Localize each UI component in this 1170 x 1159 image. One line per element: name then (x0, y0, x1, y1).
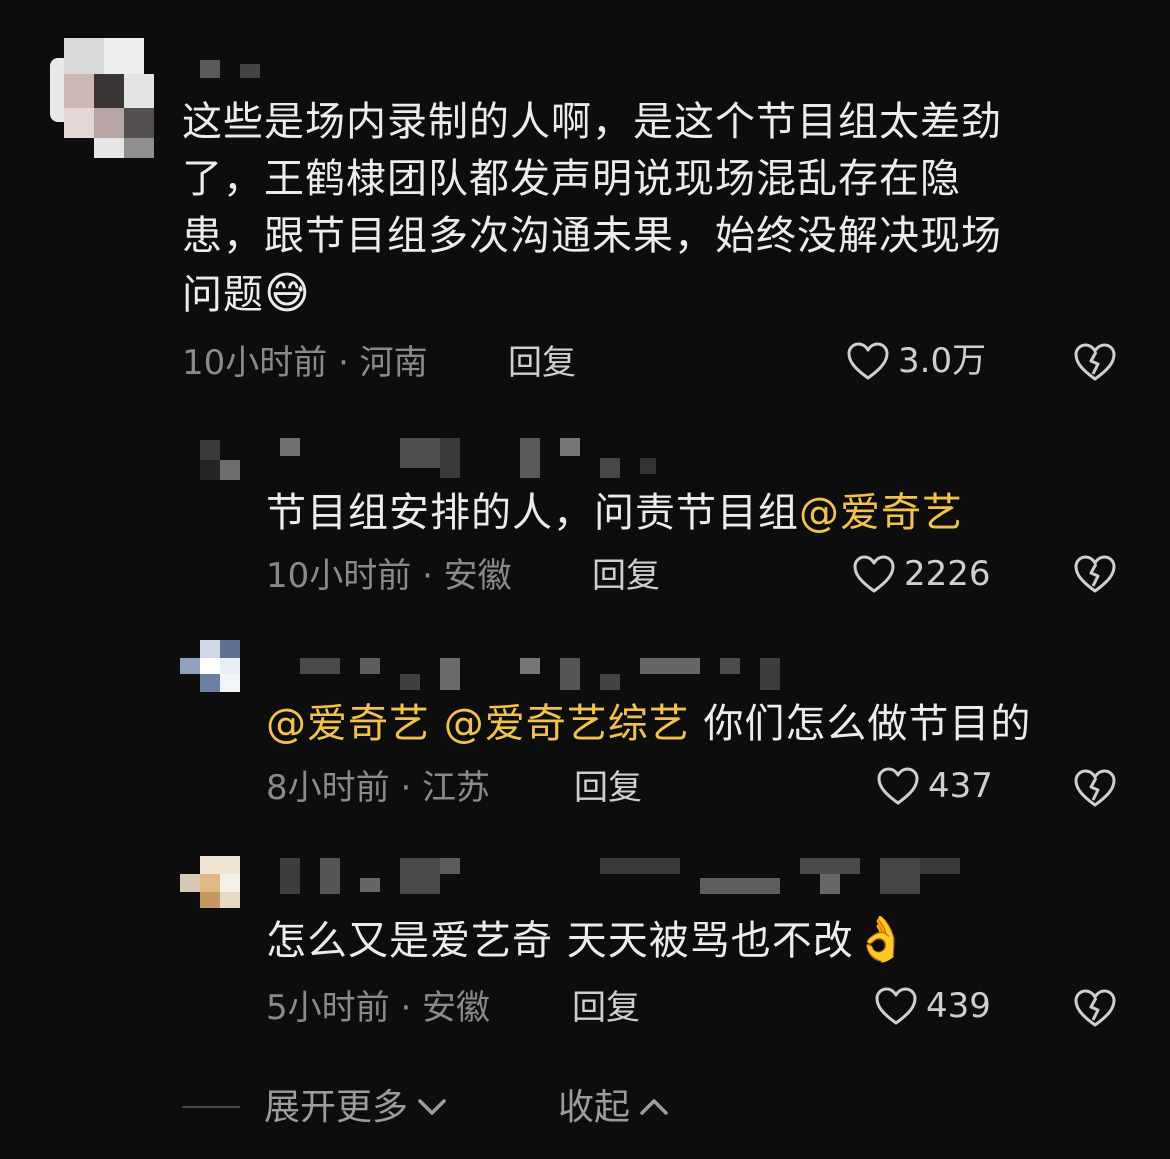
mention-link[interactable]: @爱奇艺 (799, 490, 963, 536)
like-button[interactable]: 2226 (852, 554, 991, 594)
comment-line: 了，王鹤棣团队都发声明说现场混乱存在隐 (182, 156, 961, 202)
expand-label: 展开更多 (264, 1087, 409, 1128)
comment-meta: 10小时前 · 河南 (182, 343, 428, 383)
like-count: 2226 (904, 554, 991, 594)
broken-heart-icon (1072, 341, 1118, 383)
heart-outline-icon (876, 766, 920, 806)
broken-heart-icon (1072, 553, 1118, 595)
ok-hand-emoji: 👌 (853, 914, 910, 965)
comment-text: 这些是场内录制的人啊，是这个节目组太差劲 了，王鹤棣团队都发声明说现场混乱存在隐… (182, 94, 1142, 324)
collapse-label: 收起 (558, 1087, 631, 1128)
reply-text: @爱奇艺 @爱奇艺综艺 你们怎么做节目的 (266, 701, 1032, 747)
username[interactable] (280, 858, 960, 894)
chevron-up-icon (638, 1086, 670, 1130)
heart-outline-icon (852, 554, 896, 594)
avatar[interactable] (180, 640, 240, 692)
comment-line: 这些是场内录制的人啊，是这个节目组太差劲 (182, 99, 1002, 145)
dislike-button[interactable] (1072, 341, 1118, 383)
collapse-button[interactable]: 收起 (558, 1086, 670, 1130)
dislike-button[interactable] (1072, 767, 1118, 809)
reply-meta: 8小时前 · 江苏 (266, 768, 491, 808)
username[interactable] (200, 60, 270, 78)
username[interactable] (300, 658, 780, 692)
reply-button[interactable]: 回复 (574, 768, 642, 808)
comment-line: 患，跟节目组多次沟通未果，始终没解决现场 (182, 213, 1002, 259)
username[interactable] (280, 438, 660, 478)
like-count: 437 (928, 766, 993, 806)
sweat-smile-emoji: 😅 (264, 268, 311, 319)
heart-outline-icon (846, 341, 890, 381)
mention-link[interactable]: @爱奇艺 (266, 701, 430, 747)
reply-button[interactable]: 回复 (592, 556, 660, 596)
avatar[interactable] (200, 440, 242, 480)
reply-meta: 5小时前 · 安徽 (266, 988, 491, 1028)
heart-outline-icon (874, 986, 918, 1026)
reply-text: 节目组安排的人，问责节目组@爱奇艺 (266, 490, 963, 536)
chevron-down-icon (416, 1086, 448, 1130)
reply-button[interactable]: 回复 (508, 343, 576, 383)
avatar[interactable] (180, 856, 240, 908)
reply-button[interactable]: 回复 (572, 988, 640, 1028)
expand-more-button[interactable]: 展开更多 (264, 1086, 448, 1130)
avatar[interactable] (50, 38, 160, 158)
dislike-button[interactable] (1072, 987, 1118, 1029)
like-button[interactable]: 437 (876, 766, 993, 806)
reply-meta: 10小时前 · 安徽 (266, 556, 512, 596)
like-button[interactable]: 439 (874, 986, 991, 1026)
dislike-button[interactable] (1072, 553, 1118, 595)
broken-heart-icon (1072, 767, 1118, 809)
like-count: 3.0万 (898, 341, 987, 381)
comment-line: 问题😅 (182, 268, 311, 319)
mention-link[interactable]: @爱奇艺综艺 (444, 701, 690, 747)
like-button[interactable]: 3.0万 (846, 341, 986, 381)
divider (182, 1106, 240, 1108)
broken-heart-icon (1072, 987, 1118, 1029)
like-count: 439 (926, 986, 991, 1026)
reply-text: 怎么又是爱艺奇 天天被骂也不改👌 (266, 914, 910, 965)
